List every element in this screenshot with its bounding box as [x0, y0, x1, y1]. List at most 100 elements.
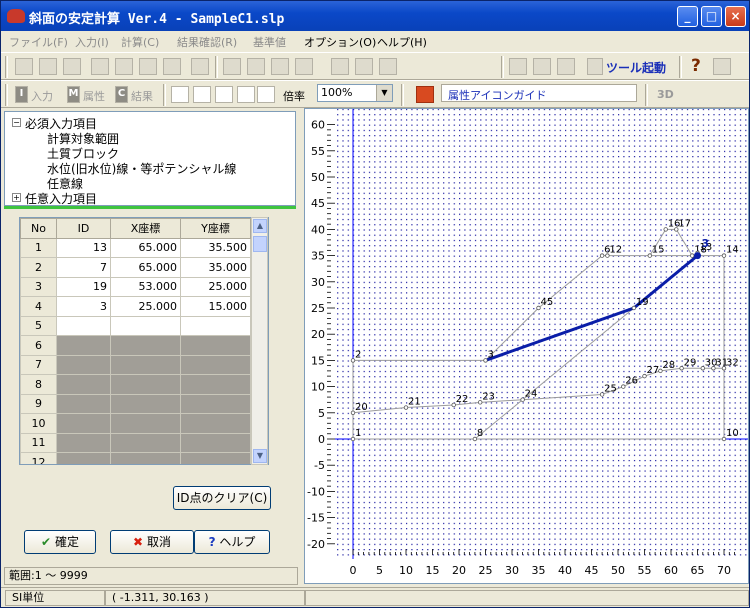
- cell-y[interactable]: [180, 432, 251, 453]
- threed-button[interactable]: 3D: [657, 88, 674, 101]
- drawing-canvas[interactable]: 0 5 10 15 20 25 30 35 40 45 50 55 60 65 70 60 55 50 45 40 35…: [304, 108, 749, 584]
- calc-icon[interactable]: [557, 58, 575, 75]
- menu-file[interactable]: ファイル(F): [9, 34, 68, 50]
- menu-help[interactable]: ヘルプ(H): [377, 34, 427, 50]
- close-button[interactable]: ×: [725, 6, 746, 27]
- chevron-down-icon[interactable]: ▼: [376, 85, 392, 101]
- cell-id[interactable]: [56, 374, 111, 395]
- menu-input[interactable]: 入力(I): [75, 34, 109, 50]
- cell-y[interactable]: 35.500: [180, 237, 251, 258]
- table-row[interactable]: 12: [20, 452, 251, 464]
- cell-x[interactable]: [110, 315, 181, 336]
- collapse-icon[interactable]: −: [12, 118, 21, 127]
- cell-x[interactable]: [110, 413, 181, 434]
- expand-icon[interactable]: +: [12, 193, 21, 202]
- pencil-icon[interactable]: [295, 58, 313, 75]
- cell-id[interactable]: [56, 335, 111, 356]
- splitter[interactable]: [4, 206, 296, 209]
- keyboard-icon[interactable]: [713, 58, 731, 75]
- report-icon[interactable]: [139, 58, 157, 75]
- cell-y[interactable]: [180, 393, 251, 414]
- slope-plot[interactable]: 0 5 10 15 20 25 30 35 40 45 50 55 60 65 70605550454035…: [305, 109, 748, 583]
- cell-y[interactable]: [180, 452, 251, 464]
- cell-id[interactable]: [56, 315, 111, 336]
- grid-icon[interactable]: [379, 58, 397, 75]
- table-row[interactable]: 10: [20, 413, 251, 434]
- cell-y[interactable]: [180, 413, 251, 434]
- copy-icon[interactable]: [223, 58, 241, 75]
- table-row[interactable]: 7: [20, 354, 251, 375]
- cell-x[interactable]: [110, 335, 181, 356]
- open-folder-icon[interactable]: [39, 58, 57, 75]
- select-points-icon[interactable]: [171, 86, 189, 103]
- clear-id-button[interactable]: ID点のクリア(C): [173, 486, 271, 510]
- cell-x[interactable]: 65.000: [110, 237, 181, 258]
- table-row[interactable]: 4 3 25.000 15.000: [20, 296, 251, 317]
- maximize-button[interactable]: □: [701, 6, 722, 27]
- menu-calc[interactable]: 計算(C): [121, 34, 159, 50]
- scroll-up-icon[interactable]: ▲: [253, 219, 267, 233]
- input-mode-button[interactable]: 入力: [31, 88, 53, 104]
- cell-x[interactable]: [110, 432, 181, 453]
- help-icon[interactable]: ?: [691, 56, 701, 76]
- table-row[interactable]: 8: [20, 374, 251, 395]
- attribute-guide-box[interactable]: 属性アイコンガイド: [441, 84, 637, 102]
- title-bar[interactable]: 斜面の安定計算 Ver.4 - SampleC1.slp _ □ ×: [1, 1, 749, 31]
- cell-x[interactable]: 65.000: [110, 257, 181, 278]
- menu-options[interactable]: オプション(O): [304, 34, 376, 50]
- print-preview-icon[interactable]: [91, 58, 109, 75]
- table-row[interactable]: 9: [20, 393, 251, 414]
- zoom-in-icon[interactable]: [237, 86, 255, 103]
- cell-y[interactable]: 15.000: [180, 296, 251, 317]
- table-row[interactable]: 5: [20, 315, 251, 336]
- cell-x[interactable]: 25.000: [110, 296, 181, 317]
- hand-pan-icon[interactable]: [193, 86, 211, 103]
- menu-results[interactable]: 結果確認(R): [177, 34, 237, 50]
- tool-start-icon[interactable]: [587, 58, 603, 75]
- help-button[interactable]: ? ヘルプ: [194, 530, 270, 554]
- table-row[interactable]: 2 7 65.000 35.000: [20, 257, 251, 278]
- route-icon[interactable]: [509, 58, 527, 75]
- grid-edit-icon[interactable]: [331, 58, 349, 75]
- cell-y[interactable]: [180, 335, 251, 356]
- zoom-out-icon[interactable]: [257, 86, 275, 103]
- tool-start-button[interactable]: ツール起動: [606, 59, 666, 76]
- document-icon[interactable]: [115, 58, 133, 75]
- cell-y[interactable]: [180, 354, 251, 375]
- cell-y[interactable]: [180, 315, 251, 336]
- cancel-button[interactable]: ✖ 取消: [110, 530, 194, 554]
- menu-standard[interactable]: 基準値: [253, 34, 286, 50]
- result-mode-button[interactable]: 結果: [131, 88, 153, 104]
- cell-id[interactable]: [56, 432, 111, 453]
- cell-id[interactable]: [56, 413, 111, 434]
- cell-id[interactable]: 3: [56, 296, 111, 317]
- grid-move-icon[interactable]: [355, 58, 373, 75]
- grid-scrollbar[interactable]: ▲ ▼: [251, 217, 268, 465]
- table-row[interactable]: 1 13 65.000 35.500: [20, 237, 251, 258]
- cell-id[interactable]: [56, 452, 111, 464]
- export-icon[interactable]: [163, 58, 181, 75]
- cell-y[interactable]: 35.000: [180, 257, 251, 278]
- table-row[interactable]: 3 19 53.000 25.000: [20, 276, 251, 297]
- cell-y[interactable]: [180, 374, 251, 395]
- scroll-thumb[interactable]: [253, 236, 267, 252]
- minimize-button[interactable]: _: [677, 6, 698, 27]
- cell-x[interactable]: [110, 354, 181, 375]
- cell-id[interactable]: [56, 354, 111, 375]
- cell-id[interactable]: 13: [56, 237, 111, 258]
- cell-x[interactable]: [110, 452, 181, 464]
- table-row[interactable]: 6: [20, 335, 251, 356]
- cell-id[interactable]: [56, 393, 111, 414]
- zoom-select[interactable]: 100% ▼: [317, 84, 393, 102]
- attribute-mode-button[interactable]: 属性: [83, 88, 105, 104]
- zoom-window-icon[interactable]: [215, 86, 233, 103]
- pdf-icon[interactable]: [191, 58, 209, 75]
- cell-x[interactable]: [110, 393, 181, 414]
- ok-button[interactable]: ✔ 確定: [24, 530, 96, 554]
- color-grid-icon[interactable]: [533, 58, 551, 75]
- cell-y[interactable]: 25.000: [180, 276, 251, 297]
- layer-icon[interactable]: [247, 58, 265, 75]
- save-icon[interactable]: [63, 58, 81, 75]
- cell-x[interactable]: [110, 374, 181, 395]
- tree-root-optional[interactable]: 任意入力項目: [25, 190, 97, 207]
